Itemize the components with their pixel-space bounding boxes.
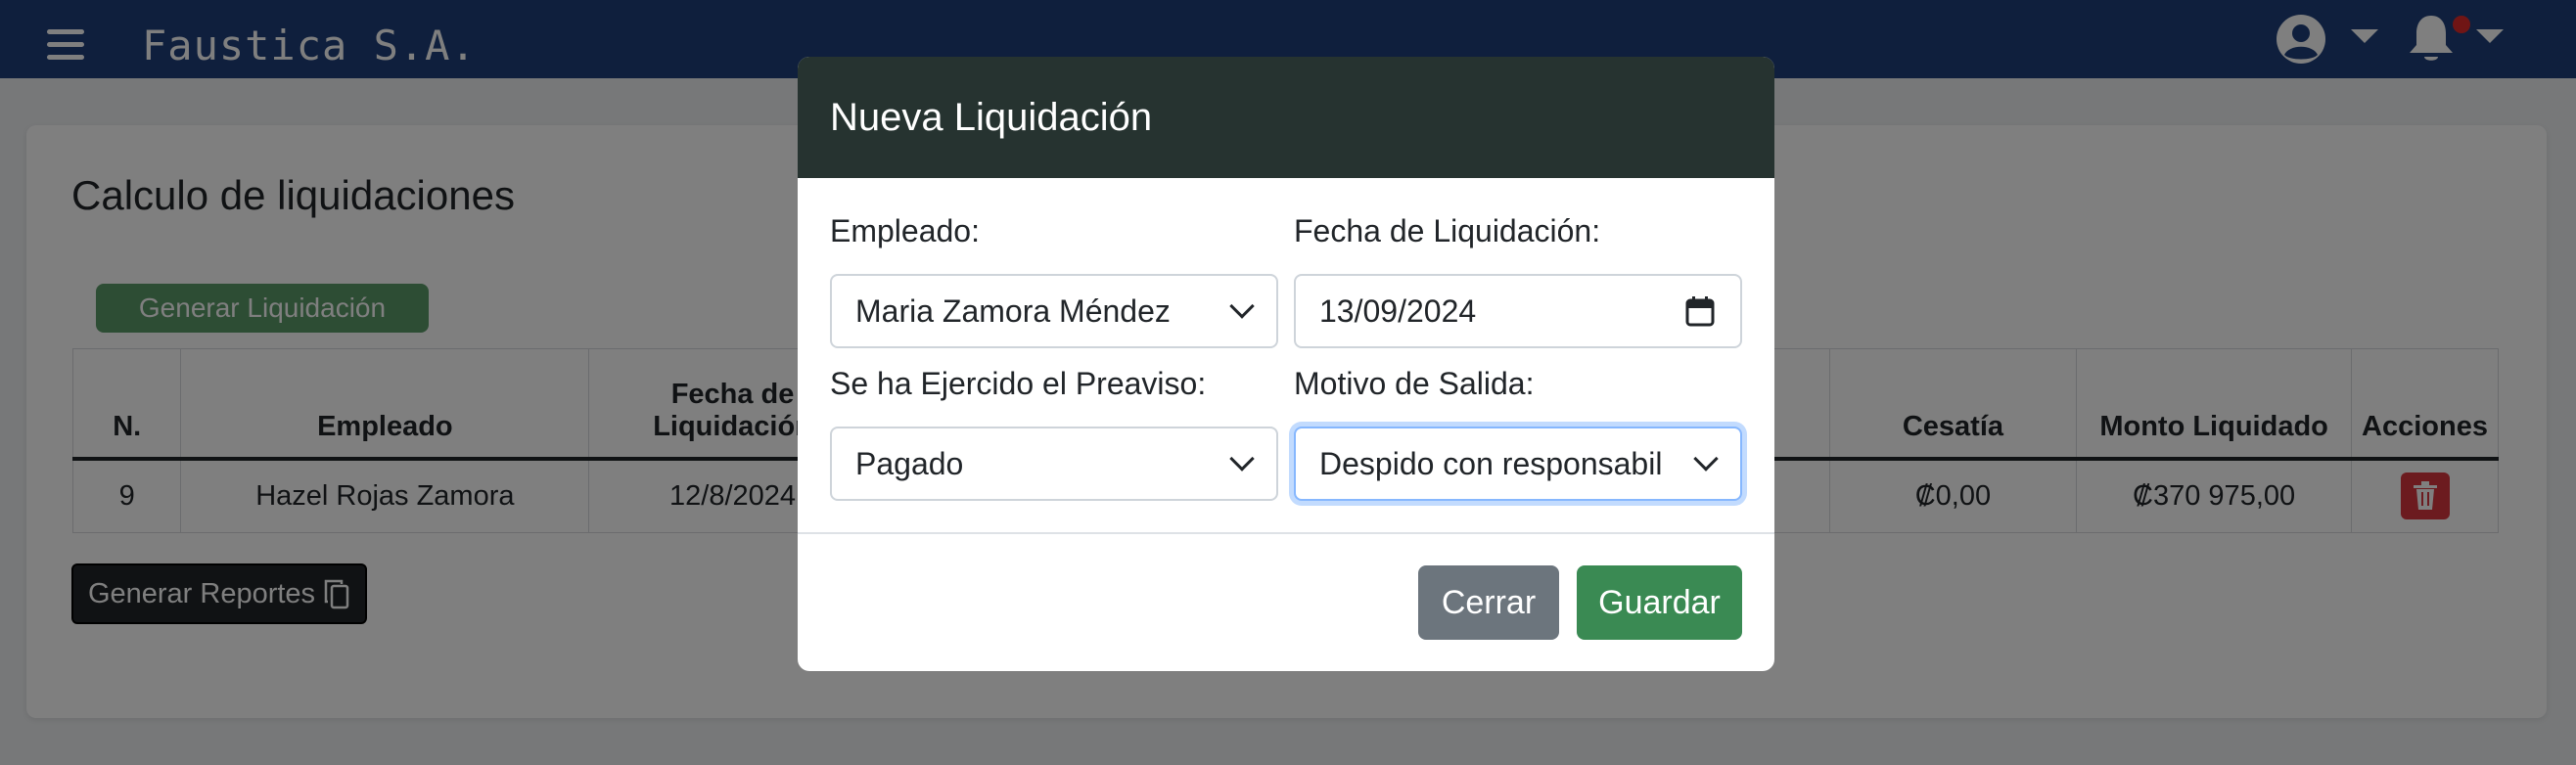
motivo-select-value: Despido con responsabil <box>1319 445 1663 481</box>
modal-header: Nueva Liquidación <box>798 57 1774 178</box>
new-liquidation-modal: Nueva Liquidación Empleado: Maria Zamora… <box>798 57 1774 671</box>
empleado-select[interactable]: Maria Zamora Méndez <box>830 274 1278 348</box>
calendar-icon[interactable] <box>1685 295 1715 327</box>
modal-title: Nueva Liquidación <box>830 95 1153 139</box>
motivo-label: Motivo de Salida: <box>1294 366 1535 401</box>
chevron-down-icon <box>1693 446 1719 472</box>
chevron-down-icon <box>1229 446 1255 472</box>
fecha-date-input[interactable]: 13/09/2024 <box>1294 274 1742 348</box>
empleado-label: Empleado: <box>830 213 980 248</box>
modal-footer-divider <box>798 532 1774 534</box>
empleado-select-value: Maria Zamora Méndez <box>855 292 1171 329</box>
close-button[interactable]: Cerrar <box>1418 565 1559 640</box>
chevron-down-icon <box>1229 293 1255 319</box>
motivo-select[interactable]: Despido con responsabil <box>1294 427 1742 501</box>
preaviso-label: Se ha Ejercido el Preaviso: <box>830 366 1207 401</box>
preaviso-select-value: Pagado <box>855 445 964 481</box>
fecha-input-value: 13/09/2024 <box>1319 292 1477 329</box>
fecha-label: Fecha de Liquidación: <box>1294 213 1601 248</box>
preaviso-select[interactable]: Pagado <box>830 427 1278 501</box>
save-button[interactable]: Guardar <box>1577 565 1742 640</box>
